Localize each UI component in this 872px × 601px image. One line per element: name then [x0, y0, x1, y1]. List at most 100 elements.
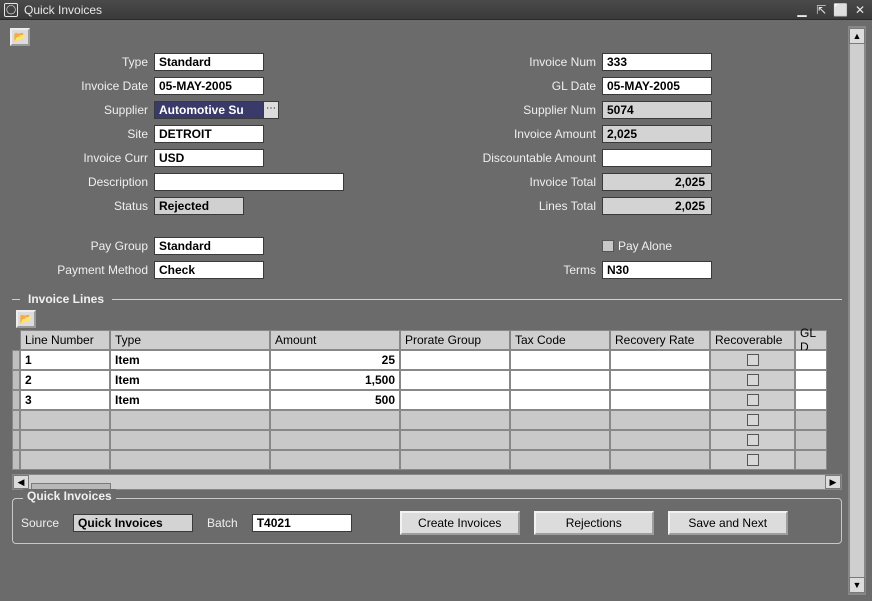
col-line-number[interactable]: Line Number [20, 330, 110, 350]
cell-type[interactable]: Item [110, 390, 270, 410]
cell-line-number[interactable]: 1 [20, 350, 110, 370]
supplier-num-field [602, 101, 712, 119]
invoice-curr-label: Invoice Curr [14, 151, 154, 165]
scroll-up-icon[interactable]: ▲ [849, 28, 865, 44]
table-row-empty[interactable] [12, 410, 842, 430]
invoice-lines-section-title: Invoice Lines [24, 292, 108, 306]
status-label: Status [14, 199, 154, 213]
grid-horizontal-scrollbar[interactable]: ◀ ▶ [12, 474, 842, 490]
invoice-date-label: Invoice Date [14, 79, 154, 93]
invoice-lines-grid[interactable]: Line Number Type Amount Prorate Group Ta… [12, 330, 842, 470]
invoice-total-field [602, 173, 712, 191]
scroll-down-icon[interactable]: ▼ [849, 577, 865, 593]
status-field [154, 197, 244, 215]
minimize-icon[interactable]: ▁ [794, 3, 810, 17]
cell-tax-code[interactable] [510, 390, 610, 410]
cell-prorate-group[interactable] [400, 390, 510, 410]
pay-group-field[interactable] [154, 237, 264, 255]
type-field[interactable] [154, 53, 264, 71]
terms-field[interactable] [602, 261, 712, 279]
pay-alone-label: Pay Alone [618, 239, 672, 253]
create-invoices-button[interactable]: Create Invoices [400, 511, 520, 535]
row-handle[interactable] [12, 430, 20, 450]
recoverable-checkbox[interactable] [747, 354, 759, 366]
site-field[interactable] [154, 125, 264, 143]
cell-gl[interactable] [795, 350, 827, 370]
payment-method-field[interactable] [154, 261, 264, 279]
rejections-button[interactable]: Rejections [534, 511, 654, 535]
table-row[interactable]: 3Item500 [12, 390, 842, 410]
title-bar[interactable]: ◯ Quick Invoices ▁ ⇱ ⬜ ✕ [0, 0, 872, 20]
site-label: Site [14, 127, 154, 141]
row-handle[interactable] [12, 390, 20, 410]
cell-tax-code[interactable] [510, 370, 610, 390]
discountable-field[interactable] [602, 149, 712, 167]
cell-prorate-group[interactable] [400, 350, 510, 370]
invoice-date-field[interactable] [154, 77, 264, 95]
cell-gl[interactable] [795, 370, 827, 390]
pay-alone-checkbox[interactable] [602, 240, 614, 252]
supplier-lov-icon[interactable]: ⋯ [263, 101, 279, 119]
supplier-field[interactable] [154, 101, 264, 119]
description-label: Description [14, 175, 154, 189]
scroll-left-icon[interactable]: ◀ [13, 475, 29, 489]
invoice-total-label: Invoice Total [442, 175, 602, 189]
cell-recovery-rate[interactable] [610, 370, 710, 390]
maximize-icon[interactable]: ⬜ [833, 3, 849, 17]
col-recoverable[interactable]: Recoverable [710, 330, 795, 350]
cell-amount[interactable]: 1,500 [270, 370, 400, 390]
source-label: Source [21, 516, 59, 530]
footer-title: Quick Invoices [23, 489, 116, 503]
vertical-scrollbar[interactable]: ▲ ▼ [848, 26, 866, 595]
col-type[interactable]: Type [110, 330, 270, 350]
cell-recovery-rate[interactable] [610, 390, 710, 410]
cell-amount[interactable]: 500 [270, 390, 400, 410]
scroll-right-icon[interactable]: ▶ [825, 475, 841, 489]
window-title: Quick Invoices [24, 3, 794, 17]
row-handle[interactable] [12, 410, 20, 430]
col-amount[interactable]: Amount [270, 330, 400, 350]
table-row-empty[interactable] [12, 430, 842, 450]
cell-recoverable[interactable] [710, 390, 795, 410]
recoverable-checkbox[interactable] [747, 394, 759, 406]
col-gl-date[interactable]: GL D [795, 330, 827, 350]
col-prorate-group[interactable]: Prorate Group [400, 330, 510, 350]
description-field[interactable] [154, 173, 344, 191]
recoverable-checkbox[interactable] [747, 374, 759, 386]
lines-folder-icon[interactable]: 📂 [16, 310, 36, 328]
cell-tax-code[interactable] [510, 350, 610, 370]
cell-line-number[interactable]: 3 [20, 390, 110, 410]
cell-recoverable[interactable] [710, 370, 795, 390]
cell-prorate-group[interactable] [400, 370, 510, 390]
source-field[interactable] [73, 514, 193, 532]
folder-actions-icon[interactable]: 📂 [10, 28, 30, 46]
recoverable-checkbox[interactable] [747, 414, 759, 426]
lines-total-field [602, 197, 712, 215]
recoverable-checkbox[interactable] [747, 434, 759, 446]
cell-line-number[interactable]: 2 [20, 370, 110, 390]
col-tax-code[interactable]: Tax Code [510, 330, 610, 350]
row-handle[interactable] [12, 370, 20, 390]
restore-icon[interactable]: ⇱ [813, 3, 829, 17]
col-recovery-rate[interactable]: Recovery Rate [610, 330, 710, 350]
row-handle[interactable] [12, 350, 20, 370]
cell-recovery-rate[interactable] [610, 350, 710, 370]
table-row-empty[interactable] [12, 450, 842, 470]
gl-date-label: GL Date [442, 79, 602, 93]
save-and-next-button[interactable]: Save and Next [668, 511, 788, 535]
cell-amount[interactable]: 25 [270, 350, 400, 370]
row-handle[interactable] [12, 450, 20, 470]
table-row[interactable]: 2Item1,500 [12, 370, 842, 390]
cell-type[interactable]: Item [110, 370, 270, 390]
invoice-amount-field[interactable] [602, 125, 712, 143]
cell-type[interactable]: Item [110, 350, 270, 370]
gl-date-field[interactable] [602, 77, 712, 95]
cell-gl[interactable] [795, 390, 827, 410]
invoice-num-field[interactable] [602, 53, 712, 71]
invoice-curr-field[interactable] [154, 149, 264, 167]
close-icon[interactable]: ✕ [852, 3, 868, 17]
recoverable-checkbox[interactable] [747, 454, 759, 466]
cell-recoverable[interactable] [710, 350, 795, 370]
table-row[interactable]: 1Item25 [12, 350, 842, 370]
batch-field[interactable] [252, 514, 352, 532]
